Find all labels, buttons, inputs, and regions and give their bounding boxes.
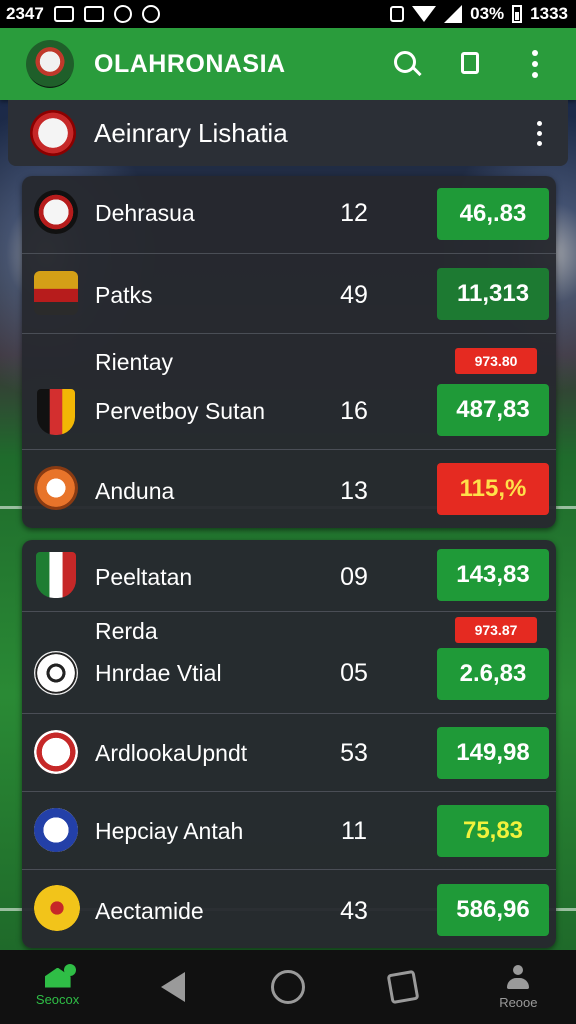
document-icon[interactable] (456, 49, 486, 79)
league-badge-icon (30, 110, 76, 156)
status-bar: 2347 03% 1333 (0, 0, 576, 28)
shield-crest-icon (37, 389, 75, 435)
team-name: Aectamide (95, 898, 204, 924)
nav-back[interactable] (133, 950, 213, 1024)
more-vert-icon[interactable] (520, 49, 550, 79)
league-header: Aeinrary Lishatia (8, 100, 568, 166)
value-button[interactable]: 46,.83 (437, 188, 549, 240)
swoosh-crest-icon (34, 466, 78, 510)
notification-dot (63, 964, 76, 976)
team-number: 13 (340, 477, 368, 505)
mute-icon (390, 6, 405, 22)
value-button[interactable]: 586,96 (437, 884, 549, 936)
team-name: Dehrasua (95, 200, 195, 226)
team-number: 53 (340, 739, 368, 767)
team-name: Hnrdae Vtial (95, 660, 222, 686)
team-name: Anduna (95, 478, 175, 504)
table-row[interactable]: Dehrasua 12 46,.83 (22, 176, 556, 254)
table-row[interactable]: Rerda 973.87 Hnrdae Vtial 05 2.6,83 (22, 612, 556, 714)
clock-right: 1333 (530, 4, 568, 23)
back-icon (160, 972, 185, 1002)
table-row[interactable]: Anduna 13 115,% (22, 450, 556, 528)
team-crest-icon (34, 190, 78, 234)
table-row[interactable]: Aectamide 43 586,96 (22, 870, 556, 948)
recents-icon (386, 969, 420, 1005)
nav-home-label: Seocox (35, 991, 80, 1007)
table-row[interactable]: Rientay 973.80 Pervetboy Sutan 16 487,83 (22, 334, 556, 450)
value-button[interactable]: 487,83 (437, 384, 549, 436)
league-menu-icon[interactable] (537, 120, 542, 146)
value-button[interactable]: 115,% (437, 463, 549, 515)
value-tag: 973.87 (455, 617, 537, 643)
team-number: 12 (340, 199, 368, 227)
standings-card: Dehrasua 12 46,.83 Patks 49 11,313 Rient… (22, 176, 556, 528)
value-tag: 973.80 (455, 348, 537, 374)
app-bar: OLAHRONASIA (0, 28, 576, 100)
league-title: Aeinrary Lishatia (94, 117, 288, 148)
notification-icon (83, 6, 104, 22)
nav-recents[interactable] (363, 950, 443, 1024)
nav-profile[interactable]: Reooe (478, 950, 558, 1024)
team-name: Patks (95, 282, 153, 308)
value-button[interactable]: 75,83 (437, 805, 549, 857)
app-title: OLAHRONASIA (94, 49, 286, 78)
nav-home[interactable]: Seocox (18, 950, 98, 1024)
team-number: 11 (341, 817, 367, 845)
sync-icon (113, 5, 132, 23)
battery-percent: 03% (470, 4, 505, 23)
table-row[interactable]: ArdlookaUpndt 53 149,98 (22, 714, 556, 792)
team-number: 09 (340, 563, 368, 591)
standings-card: Peeltatan 09 143,83 Rerda 973.87 Hnrdae … (22, 540, 556, 948)
eagle-crest-icon (34, 271, 78, 315)
value-button[interactable]: 143,83 (437, 549, 549, 601)
team-number: 49 (340, 281, 368, 309)
circle-icon (270, 970, 305, 1004)
team-subtitle: Rerda (95, 618, 158, 644)
nav-profile-label: Reooe (499, 994, 538, 1010)
team-subtitle: Rientay (95, 349, 173, 375)
app-logo-icon (26, 40, 74, 88)
soccer-ball-icon (34, 651, 78, 695)
wifi-icon (412, 6, 437, 22)
team-name: Hepciay Antah (95, 818, 244, 844)
team-number: 16 (340, 397, 368, 425)
bottom-nav: Seocox Reooe (0, 950, 576, 1024)
value-button[interactable]: 2.6,83 (437, 648, 549, 700)
flag-crest-icon (36, 552, 76, 598)
team-name: Peeltatan (95, 564, 193, 590)
alarm-icon (141, 5, 160, 23)
wing-crest-icon (34, 808, 78, 852)
table-row[interactable]: Patks 49 11,313 (22, 254, 556, 334)
value-button[interactable]: 149,98 (437, 727, 549, 779)
team-number: 05 (340, 659, 368, 687)
team-number: 43 (340, 897, 368, 925)
search-icon[interactable] (392, 49, 422, 79)
value-button[interactable]: 11,313 (437, 268, 549, 320)
signal-icon (444, 5, 463, 23)
gold-crest-icon (34, 885, 80, 931)
team-name: Pervetboy Sutan (95, 398, 266, 424)
nav-home-circle[interactable] (248, 950, 328, 1024)
notification-icon (53, 6, 74, 22)
clock-left: 2347 (6, 4, 44, 23)
profile-icon (505, 964, 531, 991)
arrow-crest-icon (34, 730, 78, 774)
table-row[interactable]: Hepciay Antah 11 75,83 (22, 792, 556, 870)
battery-icon (512, 5, 523, 23)
team-name: ArdlookaUpndt (95, 740, 248, 766)
table-row[interactable]: Peeltatan 09 143,83 (22, 540, 556, 612)
